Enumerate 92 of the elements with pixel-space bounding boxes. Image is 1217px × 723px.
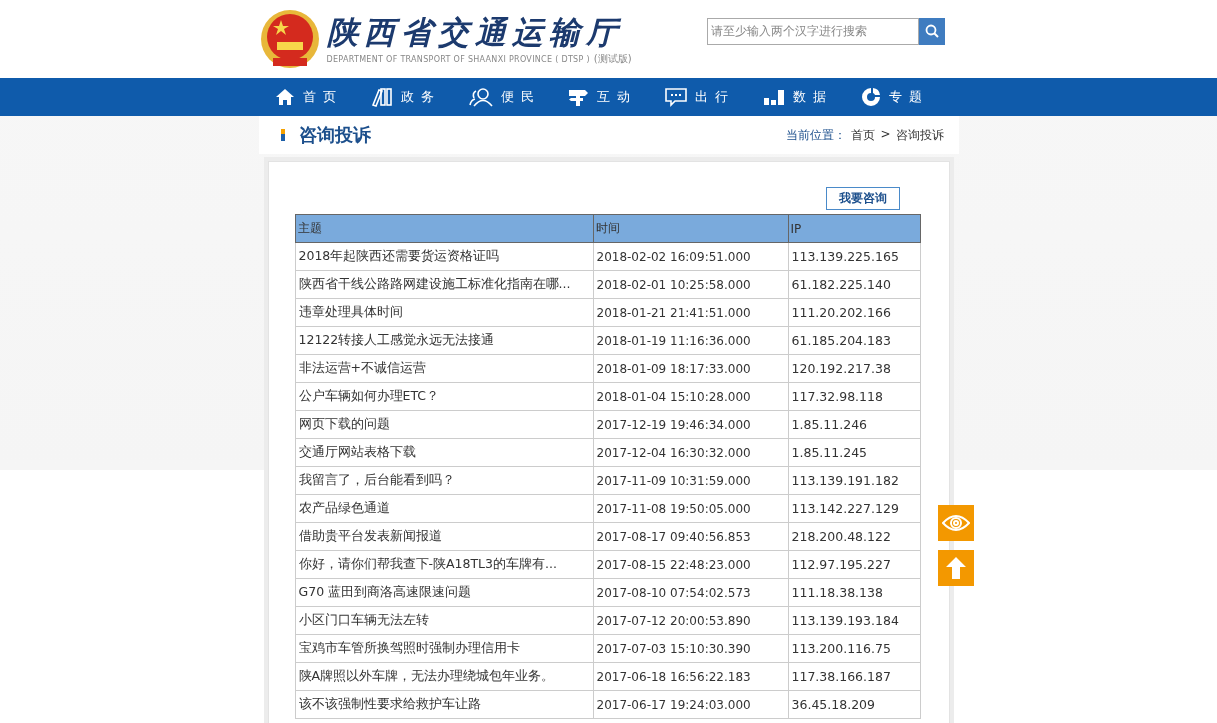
subject-link[interactable]: 宝鸡市车管所换驾照时强制办理信用卡 bbox=[295, 634, 593, 663]
table-cell: 61.185.204.183 bbox=[788, 326, 920, 355]
table-cell: 117.38.166.187 bbox=[788, 662, 920, 691]
edition-label: (测试版) bbox=[593, 52, 632, 66]
subject-link[interactable]: 该不该强制性要求给救护车让路 bbox=[295, 690, 593, 719]
nav-label: 数据 bbox=[792, 88, 833, 106]
table-cell: 2018-01-09 18:17:33.000 bbox=[593, 354, 788, 383]
table-cell: 117.32.98.118 bbox=[788, 382, 920, 411]
page-title: 咨询投诉 bbox=[298, 123, 371, 147]
subject-link[interactable]: 小区门口车辆无法左转 bbox=[295, 606, 593, 635]
table-cell: 2017-12-04 16:30:32.000 bbox=[593, 438, 788, 467]
emblem-icon bbox=[258, 8, 321, 70]
subject-link[interactable]: 非法运营+不诚信运营 bbox=[295, 354, 593, 383]
subject-link[interactable]: 你好，请你们帮我查下-陕A18TL3的车牌有... bbox=[295, 550, 593, 579]
nav-item[interactable]: 便民 bbox=[468, 87, 567, 107]
nav-item[interactable]: 首页 bbox=[274, 88, 371, 106]
table-cell: 2017-06-18 16:56:22.183 bbox=[593, 662, 788, 691]
nav-label: 首页 bbox=[302, 88, 343, 106]
pie-chart-icon bbox=[860, 87, 881, 107]
table-cell: 2017-08-15 22:48:23.000 bbox=[593, 550, 788, 579]
ask-button[interactable]: 我要咨询 bbox=[825, 187, 900, 210]
subject-link[interactable]: 农产品绿色通道 bbox=[295, 494, 593, 523]
table-cell: 113.142.227.129 bbox=[788, 494, 920, 523]
table-cell: 112.97.195.227 bbox=[788, 550, 920, 579]
table-cell: 1.85.11.246 bbox=[788, 410, 920, 439]
subject-link[interactable]: G70 蓝田到商洛高速限速问题 bbox=[295, 578, 593, 607]
table-cell: 111.20.202.166 bbox=[788, 298, 920, 327]
subject-link[interactable]: 网页下载的问题 bbox=[295, 410, 593, 439]
search-icon bbox=[924, 24, 939, 38]
table-cell: 36.45.18.209 bbox=[788, 690, 920, 719]
subject-link[interactable]: 交通厅网站表格下载 bbox=[295, 438, 593, 467]
table-cell: 218.200.48.122 bbox=[788, 522, 920, 551]
table-cell: 113.200.116.75 bbox=[788, 634, 920, 663]
table-cell: 120.192.217.38 bbox=[788, 354, 920, 383]
breadcrumb-separator: > bbox=[880, 126, 891, 143]
chat-icon bbox=[664, 87, 687, 107]
back-to-top-button[interactable] bbox=[938, 550, 974, 586]
table-cell: 2017-07-12 20:00:53.890 bbox=[593, 606, 788, 635]
breadcrumb-link[interactable]: 咨询投诉 bbox=[895, 126, 944, 144]
table-cell: 113.139.193.184 bbox=[788, 606, 920, 635]
table-cell: 2018-02-01 10:25:58.000 bbox=[593, 270, 788, 299]
table-cell: 2017-12-19 19:46:34.000 bbox=[593, 410, 788, 439]
nav-item[interactable]: 数据 bbox=[762, 88, 861, 106]
subject-link[interactable]: 公户车辆如何办理ETC？ bbox=[295, 382, 593, 411]
table-cell: 2017-07-03 15:10:30.390 bbox=[593, 634, 788, 663]
home-icon bbox=[274, 88, 295, 106]
nav-label: 便民 bbox=[500, 88, 541, 106]
search-button[interactable] bbox=[918, 17, 945, 45]
signpost-icon bbox=[566, 87, 589, 107]
table-cell: 2018-01-19 11:16:36.000 bbox=[593, 326, 788, 355]
subject-link[interactable]: 陕A牌照以外车牌，无法办理绕城包年业务。 bbox=[295, 662, 593, 691]
folders-icon bbox=[370, 87, 393, 107]
nav-item[interactable]: 出行 bbox=[664, 87, 763, 107]
subject-link[interactable]: 违章处理具体时间 bbox=[295, 298, 593, 327]
table-cell: 2017-08-17 09:40:56.853 bbox=[593, 522, 788, 551]
people-icon bbox=[468, 87, 493, 107]
nav-label: 出行 bbox=[694, 88, 735, 106]
table-cell: 2018-01-04 15:10:28.000 bbox=[593, 382, 788, 411]
nav-item[interactable]: 互动 bbox=[566, 87, 665, 107]
table-cell: 2017-06-17 19:24:03.000 bbox=[593, 690, 788, 719]
subject-link[interactable]: 借助贵平台发表新闻报道 bbox=[295, 522, 593, 551]
up-arrow-icon bbox=[946, 557, 966, 579]
table-cell: 2018-02-02 16:09:51.000 bbox=[593, 242, 788, 271]
site-title: 陕西省交通运输厅 bbox=[326, 13, 624, 52]
search-field[interactable]: 请至少输入两个汉字进行搜索 bbox=[706, 17, 919, 45]
subject-link[interactable]: 2018年起陕西还需要货运资格证吗 bbox=[295, 242, 593, 271]
nav-item[interactable]: 专题 bbox=[860, 87, 959, 107]
table-cell: 111.18.38.138 bbox=[788, 578, 920, 607]
subject-link[interactable]: 12122转接人工感觉永远无法接通 bbox=[295, 326, 593, 355]
nav-label: 互动 bbox=[596, 88, 637, 106]
table-cell: 1.85.11.245 bbox=[788, 438, 920, 467]
table-cell: 2017-08-10 07:54:02.573 bbox=[593, 578, 788, 607]
eye-icon bbox=[942, 514, 970, 532]
subject-link[interactable]: 陕西省干线公路路网建设施工标准化指南在哪... bbox=[295, 270, 593, 299]
column-header: 时间 bbox=[593, 214, 788, 243]
table-cell: 113.139.191.182 bbox=[788, 466, 920, 495]
accessibility-button[interactable] bbox=[938, 505, 974, 541]
table-cell: 2017-11-08 19:50:05.000 bbox=[593, 494, 788, 523]
nav-item[interactable]: 政务 bbox=[370, 87, 469, 107]
table-cell: 2018-01-21 21:41:51.000 bbox=[593, 298, 788, 327]
breadcrumb-link[interactable]: 首页 bbox=[851, 126, 876, 144]
column-header: IP bbox=[788, 214, 920, 243]
breadcrumb-label: 当前位置： bbox=[786, 126, 847, 144]
table-cell: 2017-11-09 10:31:59.000 bbox=[593, 466, 788, 495]
subject-link[interactable]: 我留言了，后台能看到吗？ bbox=[295, 466, 593, 495]
site-subtitle: DEPARTMENT OF TRANSPORT OF SHAANXI PROVINCE ( DTSP ) bbox=[326, 55, 590, 64]
nav-label: 专题 bbox=[888, 88, 929, 106]
table-cell: 113.139.225.165 bbox=[788, 242, 920, 271]
table-cell: 61.182.225.140 bbox=[788, 270, 920, 299]
bar-chart-icon bbox=[762, 88, 785, 106]
column-header: 主题 bbox=[295, 214, 593, 243]
nav-label: 政务 bbox=[400, 88, 441, 106]
